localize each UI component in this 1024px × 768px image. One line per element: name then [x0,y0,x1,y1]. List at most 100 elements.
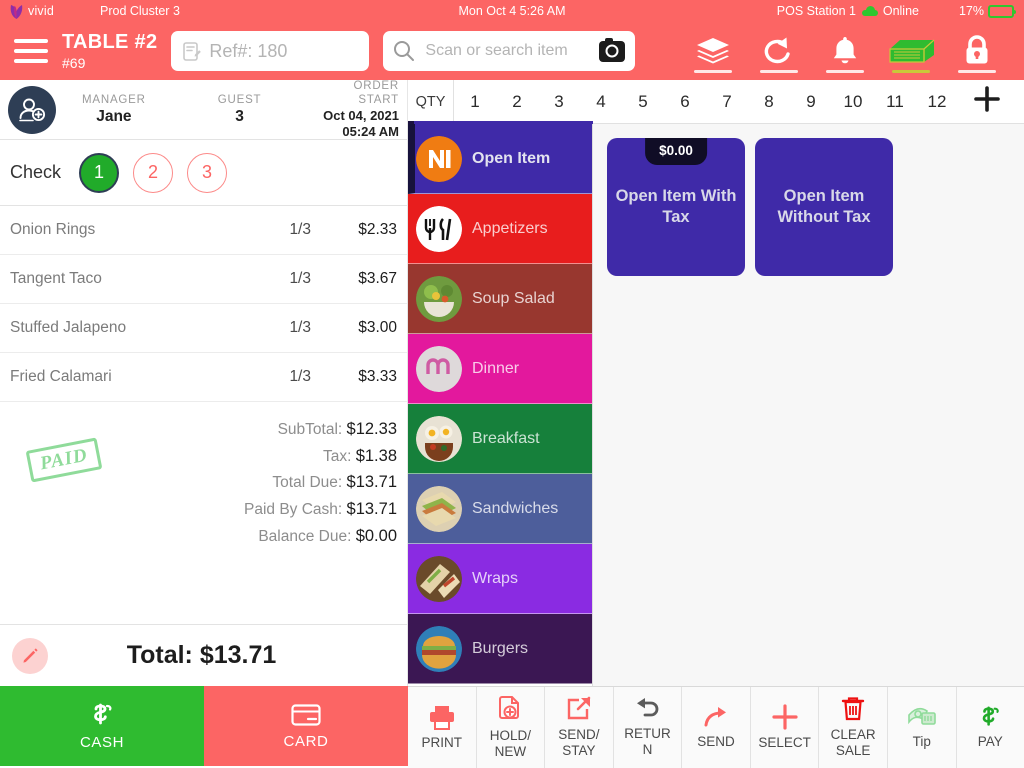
send-button[interactable]: SEND [682,687,751,768]
quantity-bar: QTY 1 2 3 4 5 6 7 8 9 10 11 12 [408,79,1024,126]
print-button[interactable]: PRINT [408,687,477,768]
qty-option-9[interactable]: 9 [790,92,832,112]
payment-buttons: CASH CARD [0,686,408,768]
qty-option-6[interactable]: 6 [664,92,706,112]
return-icon [637,698,659,717]
dollar-icon [94,703,112,724]
table-row[interactable]: Fried Calamari 1/3 $3.33 [0,353,407,402]
category-breakfast[interactable]: Breakfast [408,404,592,474]
item-price: $3.67 [358,270,397,287]
tile-open-item-with-tax[interactable]: $0.00 Open Item With Tax [607,138,745,276]
check-label: Check [10,162,62,182]
table-row[interactable]: Onion Rings 1/3 $2.33 [0,206,407,255]
sandwiches-thumb-icon [416,485,462,532]
plus-icon [771,704,798,730]
cash-button[interactable]: CASH [0,686,204,766]
app-header: TABLE #2 #69 Ref#: 180 Scan or search it… [0,22,1024,80]
table-row[interactable]: Stuffed Jalapeno 1/3 $3.00 [0,304,407,353]
send-stay-button[interactable]: SEND/ STAY [545,687,614,768]
bottom-row: CASH CARD PRINT HOLD/ NEW SEND/ STAY RET… [0,686,1024,768]
table-info[interactable]: TABLE #2 #69 [62,30,158,71]
item-qty: 1/3 [289,221,311,238]
action-toolbar: PRINT HOLD/ NEW SEND/ STAY RETUR N SEND … [408,686,1024,768]
qty-option-4[interactable]: 4 [580,92,622,112]
category-list: Open Item Appetizers Soup Salad Dinner B… [408,124,593,686]
qty-option-12[interactable]: 12 [916,92,958,112]
print-label: PRINT [421,735,463,751]
order-start-label: ORDER START [353,79,399,107]
tip-label: Tip [912,734,931,750]
tile-open-item-without-tax[interactable]: Open Item Without Tax [755,138,893,276]
camera-scan-icon[interactable] [599,37,626,62]
lock-icon[interactable] [944,22,1010,80]
return-button[interactable]: RETUR N [614,687,683,768]
category-burgers[interactable]: Burgers [408,614,592,684]
main-body: MANAGER Jane GUEST 3 ORDER START Oct 04,… [0,79,1024,686]
manager-value: Jane [96,108,132,125]
select-button[interactable]: SELECT [751,687,820,768]
order-start-info: ORDER START Oct 04, 2021 05:24 AM [317,79,399,140]
qty-option-3[interactable]: 3 [538,92,580,112]
hold-new-button[interactable]: HOLD/ NEW [477,687,546,768]
edit-pencil-icon[interactable] [12,637,48,674]
add-quantity-icon[interactable] [972,84,1002,119]
check-selector: Check 1 2 3 [0,140,407,206]
totals-value: $1.38 [355,446,397,465]
online-status: Online [861,4,919,18]
tile-label: Open Item With Tax [615,186,737,226]
total-bar: Total: $13.71 [0,624,407,686]
header-icon-group [680,22,1010,80]
order-pane: MANAGER Jane GUEST 3 ORDER START Oct 04,… [0,80,408,686]
search-field[interactable]: Scan or search item [383,31,636,71]
table-row[interactable]: Tangent Taco 1/3 $3.67 [0,255,407,304]
category-label: Open Item [472,149,551,167]
clear-sale-button[interactable]: CLEAR SALE [819,687,888,768]
qty-option-7[interactable]: 7 [706,92,748,112]
item-name: Onion Rings [10,221,96,238]
burgers-thumb-icon [416,625,462,672]
tip-button[interactable]: Tip [888,687,957,768]
bell-icon[interactable] [812,22,878,80]
qty-label: QTY [408,79,454,124]
totals-label: Paid By Cash: [244,501,343,519]
pay-button[interactable]: PAY [957,687,1024,768]
search-icon [394,41,415,61]
online-label: Online [882,4,919,18]
cloud-icon [861,6,878,16]
clear-sale-label: CLEAR SALE [830,727,876,758]
layers-icon[interactable] [680,22,746,80]
qty-option-10[interactable]: 10 [832,92,874,112]
check-chip-3[interactable]: 3 [187,152,228,193]
qty-option-2[interactable]: 2 [496,92,538,112]
category-soup-salad[interactable]: Soup Salad [408,264,592,334]
cash-label: CASH [79,733,125,751]
category-label: Breakfast [472,429,540,447]
qty-option-8[interactable]: 8 [748,92,790,112]
product-tiles: $0.00 Open Item With Tax Open Item Witho… [593,124,1024,686]
category-dinner[interactable]: Dinner [408,334,592,404]
check-chip-1[interactable]: 1 [79,152,120,193]
category-sandwiches[interactable]: Sandwiches [408,474,592,544]
qty-option-5[interactable]: 5 [622,92,664,112]
avatar[interactable] [8,85,56,134]
check-chip-2[interactable]: 2 [133,152,174,193]
order-total: Total: $13.71 [126,641,277,669]
qty-option-1[interactable]: 1 [454,92,496,112]
category-label: Soup Salad [472,289,555,307]
category-appetizers[interactable]: Appetizers [408,194,592,264]
menu-button[interactable] [14,39,48,63]
hold-new-label: HOLD/ NEW [489,728,531,759]
select-label: SELECT [758,735,811,751]
category-wraps[interactable]: Wraps [408,544,592,614]
totals-label: Total Due: [272,474,343,492]
refresh-icon[interactable] [746,22,812,80]
cash-drawer-icon[interactable] [878,22,944,80]
send-stay-label: SEND/ STAY [558,727,600,758]
table-title: TABLE #2 [62,30,158,53]
card-button[interactable]: CARD [204,686,408,766]
category-open-item[interactable]: Open Item [408,124,592,194]
money-icon [907,708,936,726]
qty-option-11[interactable]: 11 [874,92,916,112]
manager-info: MANAGER Jane [82,93,146,127]
ref-field[interactable]: Ref#: 180 [171,31,370,71]
